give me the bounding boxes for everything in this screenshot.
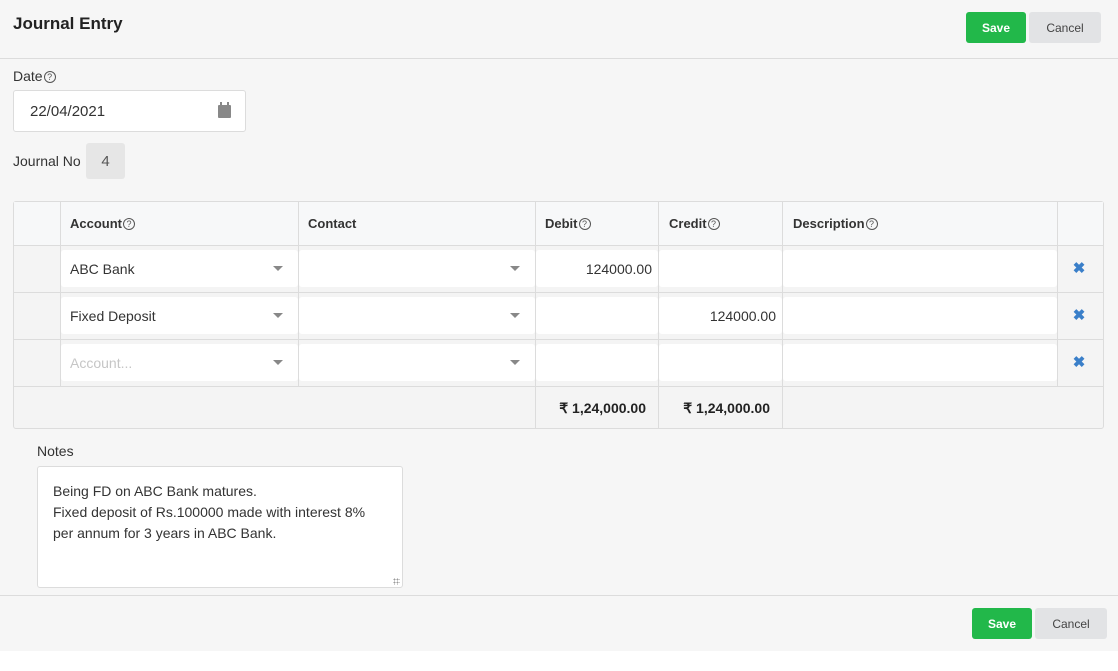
notes-label: Notes	[37, 443, 74, 459]
calendar-icon[interactable]	[218, 102, 231, 118]
account-select[interactable]: Account...	[61, 344, 298, 381]
column-header-account: Account?	[70, 216, 135, 231]
column-header-contact: Contact	[308, 216, 357, 231]
delete-row-icon[interactable]: ✖	[1072, 355, 1086, 370]
chevron-down-icon	[510, 313, 520, 318]
page-bottom-area	[0, 651, 1118, 671]
journal-table: Account? Contact Debit? Credit? Descript…	[13, 201, 1104, 429]
column-header-credit: Credit?	[669, 216, 720, 231]
delete-row-icon[interactable]: ✖	[1072, 261, 1086, 276]
contact-select[interactable]	[299, 297, 535, 334]
description-input[interactable]	[783, 250, 1057, 287]
help-icon[interactable]: ?	[578, 218, 591, 230]
help-icon[interactable]: ?	[43, 71, 56, 83]
credit-total: ₹ 1,24,000.00	[683, 400, 770, 416]
save-button[interactable]: Save	[966, 12, 1026, 43]
credit-input[interactable]: 124000.00	[659, 297, 782, 334]
date-label: Date?	[13, 68, 56, 84]
debit-input[interactable]: 124000.00	[536, 250, 658, 287]
account-placeholder: Account...	[70, 354, 133, 371]
column-header-description: Description?	[793, 216, 878, 231]
date-input[interactable]: 22/04/2021	[13, 90, 246, 132]
contact-select[interactable]	[299, 250, 535, 287]
credit-input[interactable]	[659, 250, 782, 287]
footer-save-button[interactable]: Save	[972, 608, 1032, 639]
page-footer: Save Cancel	[0, 595, 1118, 651]
contact-select[interactable]	[299, 344, 535, 381]
date-label-text: Date	[13, 68, 43, 84]
description-input[interactable]	[783, 344, 1057, 381]
description-input[interactable]	[783, 297, 1057, 334]
description-header-text: Description	[793, 216, 865, 231]
debit-input[interactable]	[536, 344, 658, 381]
debit-header-text: Debit	[545, 216, 578, 231]
help-icon[interactable]: ?	[707, 218, 720, 230]
debit-total: ₹ 1,24,000.00	[559, 400, 646, 416]
account-value: ABC Bank	[70, 260, 135, 277]
debit-input[interactable]	[536, 297, 658, 334]
column-header-debit: Debit?	[545, 216, 591, 231]
journal-no-value: 4	[86, 143, 125, 179]
credit-input[interactable]	[659, 344, 782, 381]
chevron-down-icon	[273, 266, 283, 271]
chevron-down-icon	[273, 313, 283, 318]
cancel-button[interactable]: Cancel	[1029, 12, 1101, 43]
journal-no-label: Journal No	[13, 153, 81, 169]
date-value: 22/04/2021	[30, 103, 106, 120]
resize-handle-icon[interactable]	[393, 578, 400, 585]
notes-text: Being FD on ABC Bank matures. Fixed depo…	[53, 483, 366, 541]
help-icon[interactable]: ?	[123, 218, 135, 230]
delete-row-icon[interactable]: ✖	[1072, 308, 1086, 323]
page-title: Journal Entry	[13, 14, 123, 33]
notes-textarea[interactable]: Being FD on ABC Bank matures. Fixed depo…	[37, 466, 403, 588]
account-select[interactable]: Fixed Deposit	[61, 297, 298, 334]
chevron-down-icon	[510, 266, 520, 271]
account-select[interactable]: ABC Bank	[61, 250, 298, 287]
account-header-text: Account	[70, 216, 122, 231]
credit-header-text: Credit	[669, 216, 707, 231]
account-value: Fixed Deposit	[70, 307, 156, 324]
page-header: Journal Entry Save Cancel	[0, 0, 1118, 59]
chevron-down-icon	[510, 360, 520, 365]
help-icon[interactable]: ?	[865, 218, 878, 230]
chevron-down-icon	[273, 360, 283, 365]
footer-cancel-button[interactable]: Cancel	[1035, 608, 1107, 639]
